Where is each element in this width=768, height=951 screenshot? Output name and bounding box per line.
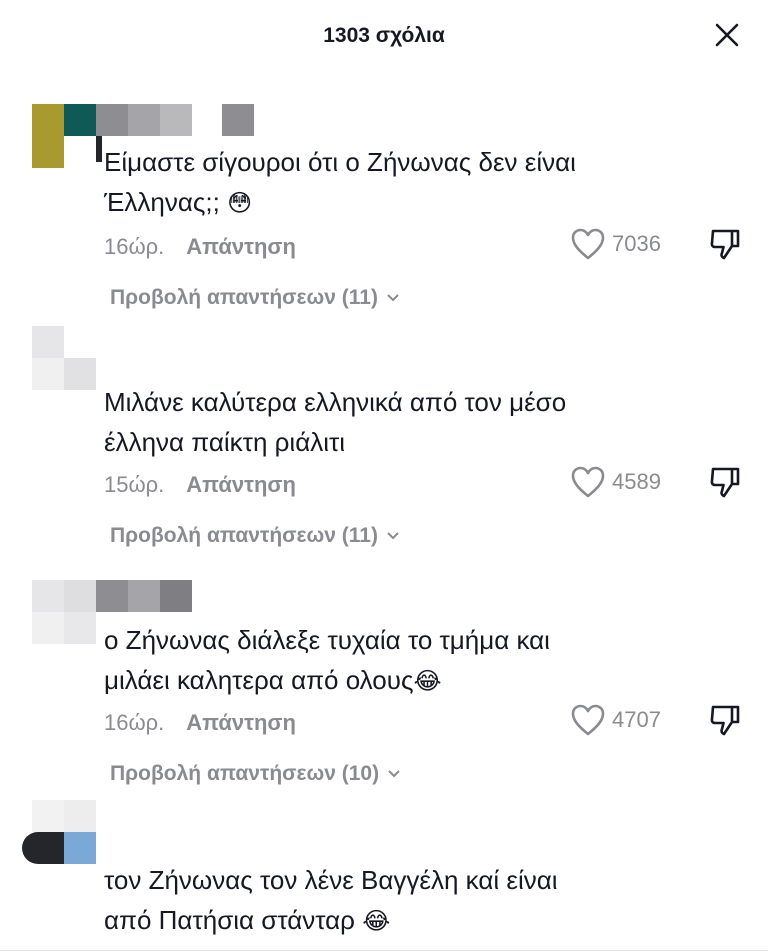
comment-text: Μιλάνε καλύτερα ελληνικά από τον μέσο έλ… bbox=[104, 382, 644, 462]
reply-button[interactable]: Απάντηση bbox=[186, 234, 296, 259]
comment-meta: 16ώρ. Απάντηση bbox=[104, 234, 296, 260]
reply-button[interactable]: Απάντηση bbox=[186, 472, 296, 497]
avatar[interactable] bbox=[32, 580, 96, 644]
avatar[interactable] bbox=[22, 800, 96, 864]
like-count: 7036 bbox=[612, 231, 661, 256]
view-replies-button[interactable]: Προβολή απαντήσεων (11) bbox=[110, 286, 400, 310]
close-icon[interactable] bbox=[712, 20, 742, 50]
comment-text: ο Ζήνωνας διάλεξε τυχαία το τμήμα και μι… bbox=[104, 620, 644, 701]
chevron-down-icon bbox=[388, 770, 400, 778]
dislike-icon[interactable] bbox=[706, 464, 742, 500]
comment-text-line: από Πατήσια στάνταρ bbox=[104, 905, 355, 935]
view-replies-label: Προβολή απαντήσεων (11) bbox=[110, 286, 378, 309]
chevron-down-icon bbox=[387, 532, 399, 540]
comment-text-line: Έλληνας;; bbox=[104, 187, 220, 217]
comment-text-line: μιλάει καλητερα από ολους bbox=[104, 665, 414, 695]
like-button[interactable]: 7036 bbox=[570, 226, 661, 262]
comment-time: 16ώρ. bbox=[104, 710, 165, 735]
comment-text-line: έλληνα παίκτη ριάλιτι bbox=[104, 427, 346, 457]
comment-time: 16ώρ. bbox=[104, 234, 165, 259]
dislike-icon[interactable] bbox=[706, 702, 742, 738]
flushed-face-emoji: 😳 bbox=[227, 189, 253, 217]
comment-text-line: τον Ζήνωνας τον λένε Βαγγέλη καί είναι bbox=[104, 865, 558, 895]
heart-icon bbox=[571, 466, 605, 498]
comment-text: τον Ζήνωνας τον λένε Βαγγέλη καί είναι α… bbox=[104, 860, 644, 941]
like-count: 4589 bbox=[612, 469, 661, 494]
heart-icon bbox=[571, 704, 605, 736]
comment-text-line: Είμαστε σίγουροι ότι ο Ζήνωνας δεν είναι bbox=[104, 147, 576, 177]
chevron-down-icon bbox=[387, 294, 399, 302]
comments-header: 1303 σχόλια bbox=[0, 0, 768, 78]
comment-text-line: Μιλάνε καλύτερα ελληνικά από τον μέσο bbox=[104, 387, 567, 417]
comment-meta: 15ώρ. Απάντηση bbox=[104, 472, 296, 498]
like-count: 4707 bbox=[612, 707, 661, 732]
dislike-icon[interactable] bbox=[706, 226, 742, 262]
avatar[interactable] bbox=[32, 326, 96, 390]
laughing-tears-emoji: 😂 bbox=[413, 667, 442, 695]
heart-icon bbox=[571, 228, 605, 260]
laughing-tears-emoji: 😂 bbox=[362, 907, 391, 935]
view-replies-label: Προβολή απαντήσεων (11) bbox=[110, 524, 378, 547]
avatar[interactable] bbox=[32, 104, 96, 168]
reply-button[interactable]: Απάντηση bbox=[186, 710, 296, 735]
comment-text: Είμαστε σίγουροι ότι ο Ζήνωνας δεν είναι… bbox=[104, 142, 644, 223]
comments-count-title: 1303 σχόλια bbox=[323, 24, 445, 47]
like-button[interactable]: 4589 bbox=[570, 464, 661, 500]
comment-text-line: ο Ζήνωνας διάλεξε τυχαία το τμήμα και bbox=[104, 625, 550, 655]
like-button[interactable]: 4707 bbox=[570, 702, 661, 738]
view-replies-button[interactable]: Προβολή απαντήσεων (11) bbox=[110, 524, 400, 548]
comment-time: 15ώρ. bbox=[104, 472, 165, 497]
comment-meta: 16ώρ. Απάντηση bbox=[104, 710, 296, 736]
view-replies-button[interactable]: Προβολή απαντήσεων (10) bbox=[110, 762, 401, 786]
view-replies-label: Προβολή απαντήσεων (10) bbox=[110, 762, 380, 785]
